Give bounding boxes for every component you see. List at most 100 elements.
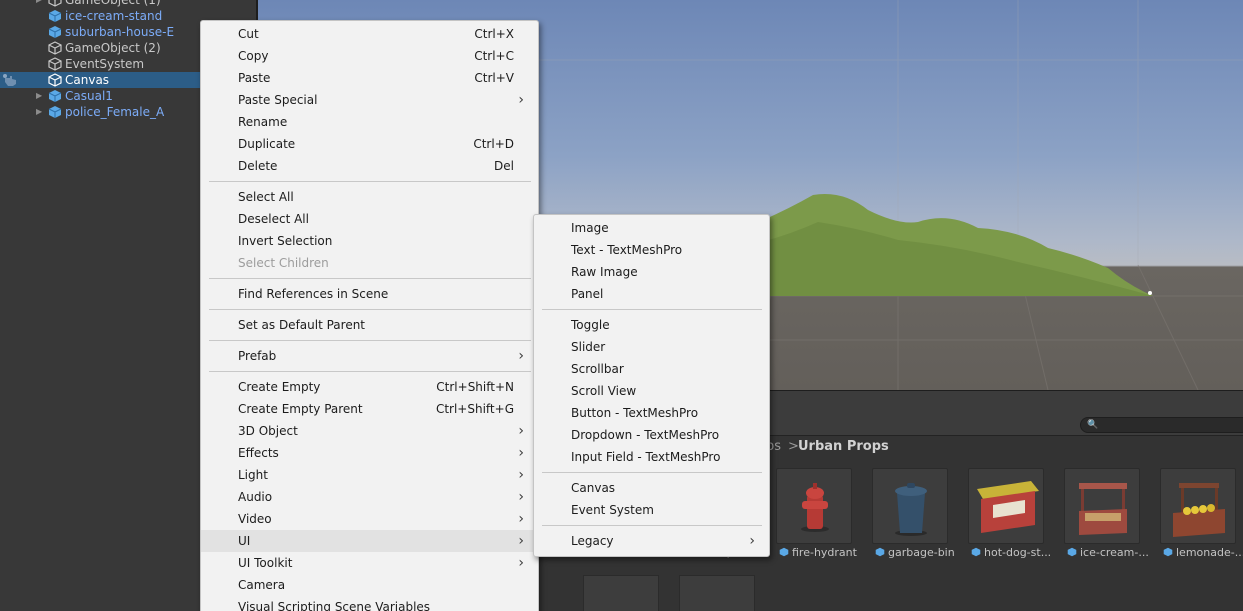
menu-item-label: Rename xyxy=(238,115,288,129)
menu-item-shortcut: Del xyxy=(494,159,514,173)
asset-thumbnail-ice-cream-stand[interactable] xyxy=(1064,468,1140,544)
asset-thumbnail-garbage-bin[interactable] xyxy=(872,468,948,544)
menu-separator xyxy=(542,525,762,526)
menu-item-create-empty-parent[interactable]: Create Empty Parent Ctrl+Shift+G xyxy=(201,398,538,420)
hot-dog-stand-icon xyxy=(977,481,1039,533)
menu-item-invert-selection[interactable]: Invert Selection xyxy=(201,230,538,252)
hierarchy-item-label: Canvas xyxy=(65,73,110,87)
menu-item-label: Create Empty xyxy=(238,380,321,394)
prefab-icon xyxy=(48,106,62,118)
menu-item-camera[interactable]: Camera xyxy=(201,574,538,596)
menu-item-set-as-default-parent[interactable]: Set as Default Parent xyxy=(201,314,538,336)
gameobject-icon xyxy=(48,57,62,71)
prefab-icon xyxy=(779,547,789,557)
submenu-item-dropdown-textmeshpro[interactable]: Dropdown - TextMeshPro xyxy=(534,424,769,446)
menu-item-label: Dropdown - TextMeshPro xyxy=(571,428,720,442)
asset-thumbnail[interactable] xyxy=(583,575,659,611)
menu-item-label: Set as Default Parent xyxy=(238,318,366,332)
hierarchy-item-label: police_Female_A xyxy=(65,105,165,119)
gameobject-icon xyxy=(48,0,62,7)
menu-item-light[interactable]: Light › xyxy=(201,464,538,486)
menu-item-audio[interactable]: Audio › xyxy=(201,486,538,508)
prefab-icon xyxy=(1163,547,1173,557)
asset-thumbnail-hot-dog-stand[interactable] xyxy=(968,468,1044,544)
menu-item-create-empty[interactable]: Create Empty Ctrl+Shift+N xyxy=(201,376,538,398)
menu-item-label: Image xyxy=(571,221,609,235)
menu-item-label: Cut xyxy=(238,27,259,41)
chevron-right-icon: › xyxy=(518,489,524,505)
menu-item-label: Scrollbar xyxy=(571,362,624,376)
hierarchy-item-label: suburban-house-E xyxy=(65,25,175,39)
project-search-field[interactable]: 🔍 xyxy=(1080,417,1243,433)
menu-item-deselect-all[interactable]: Deselect All xyxy=(201,208,538,230)
menu-item-label: Canvas xyxy=(571,481,616,495)
menu-item-select-all[interactable]: Select All xyxy=(201,186,538,208)
ui-submenu: Image Text - TextMeshPro Raw Image Panel Tog… xyxy=(533,214,770,557)
submenu-item-legacy[interactable]: Legacy › xyxy=(534,530,769,552)
menu-item-video[interactable]: Video › xyxy=(201,508,538,530)
submenu-item-event-system[interactable]: Event System xyxy=(534,499,769,521)
menu-separator xyxy=(209,278,531,279)
menu-item-ui-toolkit[interactable]: UI Toolkit › xyxy=(201,552,538,574)
menu-item-visual-scripting-scene-variables[interactable]: Visual Scripting Scene Variables xyxy=(201,596,538,611)
menu-item-label: Legacy xyxy=(571,534,614,548)
chevron-right-icon: › xyxy=(518,445,524,461)
submenu-item-image[interactable]: Image xyxy=(534,217,769,239)
garbage-bin-icon xyxy=(895,483,927,536)
chevron-right-icon: › xyxy=(518,467,524,483)
menu-item-duplicate[interactable]: Duplicate Ctrl+D xyxy=(201,133,538,155)
asset-label-text: garbage-bin xyxy=(888,546,955,559)
menu-separator xyxy=(209,340,531,341)
menu-item-label: Select All xyxy=(238,190,294,204)
menu-item-label: Video xyxy=(238,512,272,526)
menu-item-label: Camera xyxy=(238,578,286,592)
menu-item-cut[interactable]: Cut Ctrl+X xyxy=(201,23,538,45)
menu-item-effects[interactable]: Effects › xyxy=(201,442,538,464)
submenu-item-scrollbar[interactable]: Scrollbar xyxy=(534,358,769,380)
asset-thumbnail[interactable] xyxy=(679,575,755,611)
submenu-item-canvas[interactable]: Canvas xyxy=(534,477,769,499)
menu-item-label: Panel xyxy=(571,287,604,301)
asset-label: fire-hydrant xyxy=(779,546,857,560)
asset-thumbnail-lemonade-stand[interactable] xyxy=(1160,468,1236,544)
menu-item-label: Invert Selection xyxy=(238,234,333,248)
menu-item-copy[interactable]: Copy Ctrl+C xyxy=(201,45,538,67)
submenu-item-button-textmeshpro[interactable]: Button - TextMeshPro xyxy=(534,402,769,424)
hierarchy-item-label: ice-cream-stand xyxy=(65,9,163,23)
submenu-item-input-field-textmeshpro[interactable]: Input Field - TextMeshPro xyxy=(534,446,769,468)
fold-arrow-icon[interactable]: ▶ xyxy=(36,104,44,120)
fold-arrow-icon[interactable]: ▶ xyxy=(36,88,44,104)
menu-item-select-children: Select Children xyxy=(201,252,538,274)
menu-item-rename[interactable]: Rename xyxy=(201,111,538,133)
asset-thumbnail-fire-hydrant[interactable] xyxy=(776,468,852,544)
menu-item-label: Prefab xyxy=(238,349,277,363)
menu-item-shortcut: Ctrl+C xyxy=(474,49,514,63)
submenu-item-text-textmeshpro[interactable]: Text - TextMeshPro xyxy=(534,239,769,261)
menu-item-label: Light xyxy=(238,468,268,482)
submenu-item-panel[interactable]: Panel xyxy=(534,283,769,305)
fold-arrow-icon[interactable]: ▶ xyxy=(36,0,44,8)
menu-item-label: Toggle xyxy=(571,318,610,332)
submenu-item-slider[interactable]: Slider xyxy=(534,336,769,358)
menu-item-label: Text - TextMeshPro xyxy=(571,243,683,257)
menu-item-label: Slider xyxy=(571,340,606,354)
breadcrumb-current[interactable]: Urban Props xyxy=(798,436,889,458)
submenu-item-scroll-view[interactable]: Scroll View xyxy=(534,380,769,402)
menu-item-delete[interactable]: Delete Del xyxy=(201,155,538,177)
submenu-item-raw-image[interactable]: Raw Image xyxy=(534,261,769,283)
menu-item-ui[interactable]: UI › xyxy=(201,530,538,552)
submenu-item-toggle[interactable]: Toggle xyxy=(534,314,769,336)
gameobject-icon xyxy=(48,41,62,55)
menu-item-prefab[interactable]: Prefab › xyxy=(201,345,538,367)
chevron-right-icon: › xyxy=(518,511,524,527)
hierarchy-item[interactable]: ▶ GameObject (1) xyxy=(0,0,258,8)
menu-item-paste[interactable]: Paste Ctrl+V xyxy=(201,67,538,89)
chevron-right-icon: › xyxy=(518,423,524,439)
menu-item-paste-special[interactable]: Paste Special › xyxy=(201,89,538,111)
hierarchy-item-label: Casual1 xyxy=(65,89,113,103)
menu-item-3d-object[interactable]: 3D Object › xyxy=(201,420,538,442)
hierarchy-item-label: GameObject (1) xyxy=(65,0,161,7)
asset-label-text: hot-dog-st... xyxy=(984,546,1052,559)
menu-item-find-references-in-scene[interactable]: Find References in Scene xyxy=(201,283,538,305)
menu-item-label: Audio xyxy=(238,490,273,504)
